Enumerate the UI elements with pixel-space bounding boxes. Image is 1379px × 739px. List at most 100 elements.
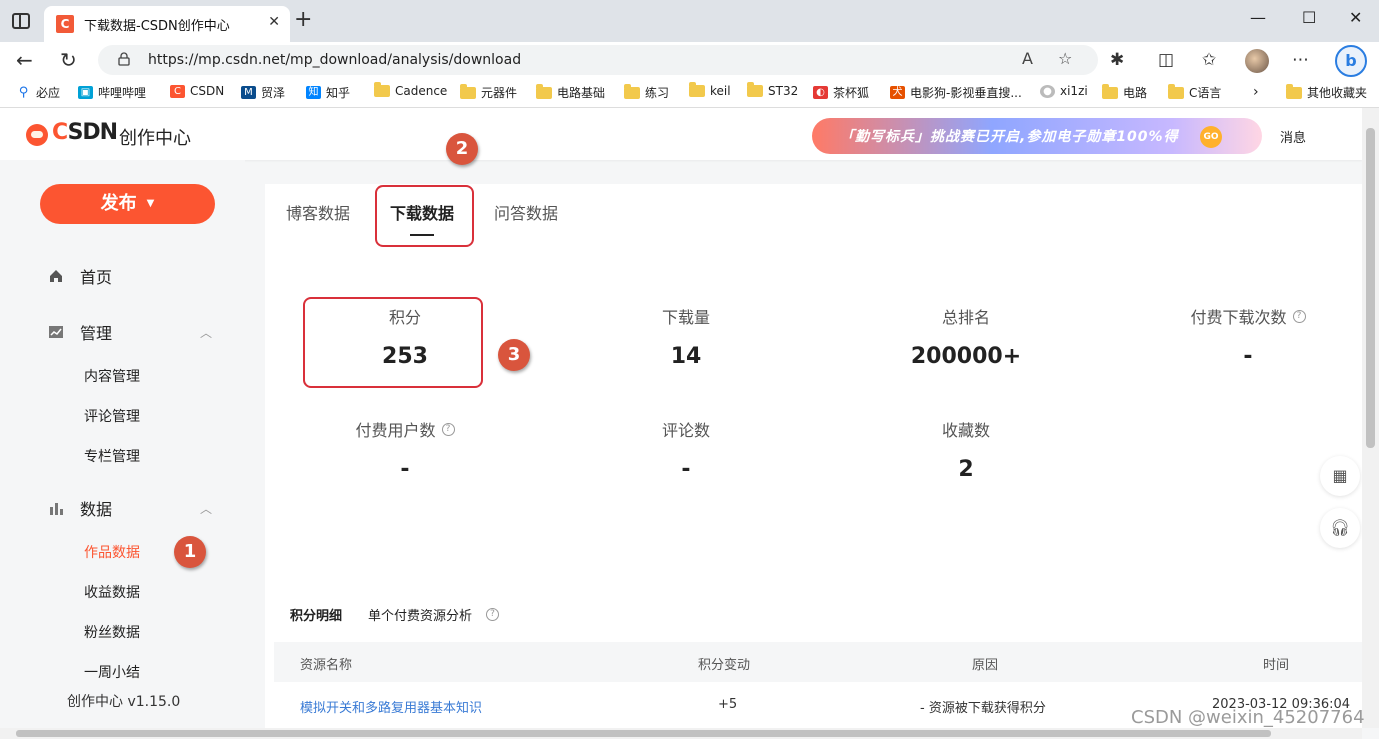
user-icon: ● [1040,84,1055,98]
lock-icon [118,52,130,66]
bookmark-csdn[interactable]: C CSDN [170,84,224,98]
browser-tab[interactable]: C 下载数据-CSDN创作中心 ✕ [44,6,290,42]
bookmark-circuit-basics[interactable]: 电路基础 [536,83,605,101]
resource-link[interactable]: 模拟开关和多路复用器基本知识 [300,697,482,716]
bookmarks-overflow-chevron-icon[interactable]: › [1253,84,1259,100]
url-field[interactable]: https://mp.csdn.net/mp_download/analysis… [98,45,1098,75]
sidebar-item-data[interactable]: 数据 [48,496,112,520]
bookmark-cadence[interactable]: Cadence [374,82,447,98]
refresh-icon[interactable]: ↻ [60,48,77,72]
column-header-time: 时间 [1263,658,1290,673]
mouser-icon: M [241,86,256,99]
bookmark-st32[interactable]: ST32 [747,82,798,98]
folder-icon [1286,83,1302,99]
creation-center-title: 创作中心 [119,128,191,149]
sidebar-item-manage[interactable]: 管理 [48,320,112,344]
bookmark-movie-dog[interactable]: 犬电影狗-影视垂直搜... [890,84,1022,101]
scrollbar-thumb[interactable] [1366,128,1375,448]
bookmark-keil[interactable]: keil [689,82,731,98]
csdn-logo-icon[interactable] [26,124,48,146]
stat-label: 下载量 [661,308,710,327]
qr-code-button[interactable]: ▦ [1320,456,1360,496]
chevron-up-icon[interactable]: ︿ [200,324,212,341]
close-window-button[interactable]: ✕ [1349,8,1362,27]
bookmark-bing[interactable]: ⚲ 必应 [16,84,60,101]
url-text: https://mp.csdn.net/mp_download/analysis… [148,52,522,68]
new-tab-button[interactable]: + [294,9,312,31]
split-screen-icon[interactable]: ◫ [1158,51,1174,69]
vertical-scrollbar[interactable] [1362,108,1379,728]
address-bar: ← ↻ https://mp.csdn.net/mp_download/anal… [0,42,1379,78]
reason-cell: - 资源被下载获得积分 [920,701,1046,716]
help-icon[interactable]: ? [1292,309,1306,323]
folder-icon [1168,83,1184,99]
go-badge: GO [1200,126,1222,148]
annotation-marker-2: 2 [446,133,478,165]
close-tab-icon[interactable]: ✕ [268,14,280,30]
maximize-button[interactable]: ☐ [1302,8,1316,27]
profile-avatar[interactable] [1245,49,1269,73]
sidebar-item-works-data[interactable]: 作品数据 [84,542,140,562]
more-icon[interactable]: ⋯ [1292,51,1309,69]
bookmark-c-language[interactable]: C语言 [1168,83,1221,101]
home-icon [50,270,62,282]
csdn-logo-text[interactable]: CSDN [52,120,118,145]
promo-banner[interactable]: 「勤写标兵」挑战赛已开启,参加电子勋章100%得 GO [812,118,1262,154]
sidebar-item-weekly-summary[interactable]: 一周小结 [84,662,140,682]
detail-tabs: 积分明细 单个付费资源分析 ? [290,605,500,624]
bookmark-bilibili[interactable]: ▣ 哔哩哔哩 [78,84,146,101]
horizontal-scrollbar[interactable] [0,728,1362,739]
sidebar-item-fans-data[interactable]: 粉丝数据 [84,622,140,642]
stat-total-rank: 总排名 200000+ [866,304,1066,369]
tab-title: 下载数据-CSDN创作中心 [84,19,230,34]
bookmark-zhihu[interactable]: 知知乎 [306,84,350,101]
bookmark-components[interactable]: 元器件 [460,83,517,101]
publish-button[interactable]: 发布 ▼ [40,184,215,224]
stat-label: 评论数 [661,421,710,440]
bookmark-xi1zi[interactable]: ● xi1zi [1040,84,1088,98]
tab-qa-data[interactable]: 问答数据 [494,200,558,224]
bookmark-circuits[interactable]: 电路 [1102,83,1147,101]
messages-link[interactable]: 消息 [1280,127,1306,146]
caret-down-icon: ▼ [146,198,155,209]
bookmark-practice[interactable]: 练习 [624,83,669,101]
stat-value: - [1243,344,1253,369]
minimize-button[interactable]: — [1250,8,1266,27]
read-aloud-icon[interactable]: A [1022,49,1033,68]
chart-trend-icon [49,326,63,338]
points-change-cell: +5 [718,697,738,712]
stat-value: - [681,457,691,482]
promo-banner-text: 「勤写标兵」挑战赛已开启,参加电子勋章100%得 [840,129,1179,145]
help-icon[interactable]: ? [441,422,455,436]
bookmark-other-favorites[interactable]: 其他收藏夹 [1286,83,1367,101]
extensions-icon[interactable]: ✱ [1110,51,1124,69]
bookmark-mouser[interactable]: M 贸泽 [241,84,285,101]
stat-value: 2 [958,457,974,482]
scrollbar-thumb[interactable] [16,730,1271,737]
sidebar-item-earnings-data[interactable]: 收益数据 [84,582,140,602]
tab-blog-data[interactable]: 博客数据 [286,200,350,224]
tab-points-detail[interactable]: 积分明细 [290,605,342,624]
stat-paid-users: 付费用户数? - [305,417,505,482]
stat-value: 200000+ [910,344,1022,369]
tab-paid-resource-analysis[interactable]: 单个付费资源分析 [368,605,472,624]
folder-icon [374,82,390,97]
sidebar-item-content-manage[interactable]: 内容管理 [84,366,140,386]
sidebar-item-comment-manage[interactable]: 评论管理 [84,406,140,426]
favorites-icon[interactable]: ✩ [1202,51,1216,69]
sidebar-item-column-manage[interactable]: 专栏管理 [84,446,140,466]
bing-copilot-icon[interactable]: b [1335,45,1367,77]
highlight-points-stat [303,297,483,388]
column-header-reason: 原因 [972,658,999,673]
help-icon[interactable]: ? [486,608,500,621]
back-icon[interactable]: ← [16,48,33,72]
add-favorite-icon[interactable]: ☆ [1058,49,1072,68]
chevron-up-icon[interactable]: ︿ [200,500,212,517]
tab-actions-icon[interactable] [12,13,30,29]
bookmark-cupfox[interactable]: ◐ 茶杯狐 [813,84,869,101]
customer-service-button[interactable]: 🎧︎ [1320,508,1360,548]
sidebar-item-home[interactable]: 首页 [48,264,112,288]
folder-icon [1102,83,1118,99]
folder-icon [536,83,552,99]
stat-label: 总排名 [941,308,990,327]
